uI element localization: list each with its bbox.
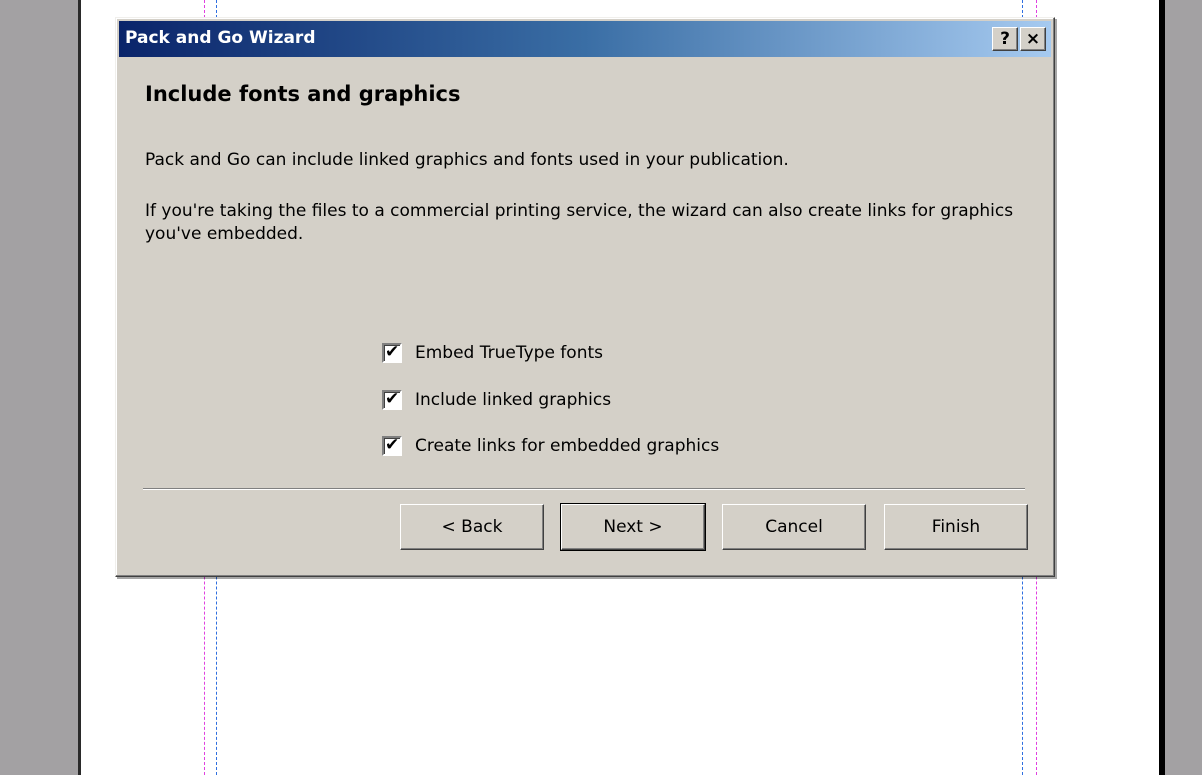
- help-icon: ?: [1000, 29, 1010, 49]
- checkmark-icon: ✔: [385, 435, 400, 455]
- option-include-linked-graphics[interactable]: ✔ Include linked graphics: [382, 388, 611, 412]
- embed-fonts-checkbox[interactable]: ✔: [382, 342, 402, 363]
- include-linked-graphics-checkbox[interactable]: ✔: [382, 389, 402, 410]
- checkmark-icon: ✔: [385, 342, 400, 362]
- option-create-links-embedded-graphics[interactable]: ✔ Create links for embedded graphics: [382, 434, 719, 458]
- pack-and-go-wizard-dialog: Pack and Go Wizard ? × Include fonts and…: [115, 17, 1055, 577]
- next-button[interactable]: Next >: [560, 503, 706, 551]
- back-button[interactable]: < Back: [400, 504, 544, 550]
- description-paragraph-2: If you're taking the files to a commerci…: [145, 201, 1014, 244]
- workspace-gray-left: [0, 0, 78, 775]
- dialog-titlebar[interactable]: Pack and Go Wizard ? ×: [119, 21, 1051, 57]
- button-separator: [143, 488, 1025, 490]
- finish-button[interactable]: Finish: [884, 504, 1028, 550]
- option-embed-truetype-fonts[interactable]: ✔ Embed TrueType fonts: [382, 341, 603, 365]
- workspace-gray-right: [1165, 0, 1202, 775]
- description-paragraph-1: Pack and Go can include linked graphics …: [145, 150, 789, 170]
- help-button[interactable]: ?: [992, 27, 1018, 51]
- include-linked-graphics-label[interactable]: Include linked graphics: [415, 390, 611, 410]
- create-links-label[interactable]: Create links for embedded graphics: [415, 436, 719, 456]
- checkmark-icon: ✔: [385, 389, 400, 409]
- dialog-title: Pack and Go Wizard: [125, 28, 316, 48]
- close-icon: ×: [1025, 29, 1041, 49]
- step-heading: Include fonts and graphics: [145, 82, 461, 106]
- create-links-checkbox[interactable]: ✔: [382, 435, 402, 456]
- close-button[interactable]: ×: [1020, 27, 1046, 51]
- embed-fonts-label[interactable]: Embed TrueType fonts: [415, 343, 603, 363]
- cancel-button[interactable]: Cancel: [722, 504, 866, 550]
